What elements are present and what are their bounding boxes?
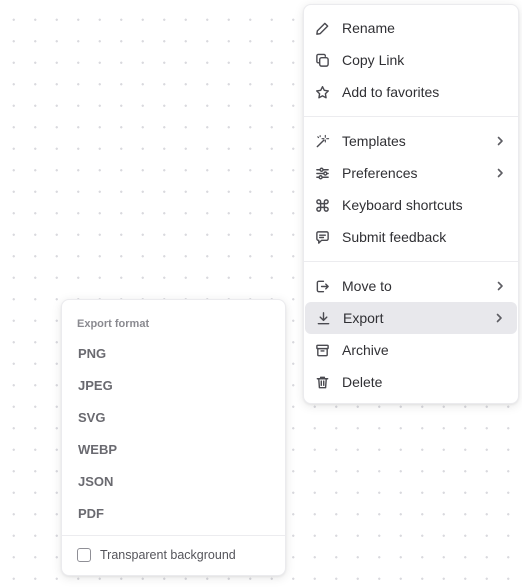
menu-item-move-to[interactable]: Move to [304,270,518,302]
menu-item-label: Copy Link [342,52,405,68]
menu-item-label: Archive [342,342,389,358]
menu-item-delete[interactable]: Delete [304,366,518,398]
menu-item-export[interactable]: Export [305,302,517,334]
menu-item-label: Submit feedback [342,229,447,245]
transparent-background-checkbox[interactable] [77,548,91,562]
archive-box-icon [314,342,330,358]
export-format-json[interactable]: JSON [62,465,285,497]
move-arrow-icon [314,278,330,294]
menu-item-copy-link[interactable]: Copy Link [304,44,518,76]
menu-item-archive[interactable]: Archive [304,334,518,366]
export-format-webp[interactable]: WEBP [62,433,285,465]
menu-item-preferences[interactable]: Preferences [304,157,518,189]
copy-icon [314,52,330,68]
export-format-svg[interactable]: SVG [62,401,285,433]
menu-item-label: Keyboard shortcuts [342,197,463,213]
export-format-png[interactable]: PNG [62,337,285,369]
download-icon [315,310,331,326]
transparent-background-option[interactable]: Transparent background [62,541,285,569]
menu-item-add-to-favorites[interactable]: Add to favorites [304,76,518,108]
magic-wand-icon [314,133,330,149]
menu-item-templates[interactable]: Templates [304,125,518,157]
export-submenu: Export format PNG JPEG SVG WEBP JSON PDF… [61,299,286,576]
pencil-icon [314,20,330,36]
menu-item-label: Rename [342,20,395,36]
speech-bubble-icon [314,229,330,245]
menu-item-label: Export [343,310,384,326]
menu-item-label: Move to [342,278,392,294]
submenu-title: Export format [77,318,150,330]
chevron-right-icon [492,278,508,294]
menu-item-keyboard-shortcuts[interactable]: Keyboard shortcuts [304,189,518,221]
menu-item-label: Delete [342,374,383,390]
star-icon [314,84,330,100]
export-format-pdf[interactable]: PDF [62,497,285,529]
export-format-jpeg[interactable]: JPEG [62,369,285,401]
transparent-background-label: Transparent background [100,548,236,562]
sliders-icon [314,165,330,181]
menu-item-submit-feedback[interactable]: Submit feedback [304,221,518,253]
menu-divider [304,261,518,262]
command-icon [314,197,330,213]
menu-item-rename[interactable]: Rename [304,12,518,44]
menu-item-label: Add to favorites [342,84,440,100]
trash-icon [314,374,330,390]
menu-item-label: Templates [342,133,406,149]
chevron-right-icon [492,133,508,149]
submenu-divider [62,535,285,536]
menu-divider [304,116,518,117]
context-menu: Rename Copy Link Add to favorites Templa… [303,4,519,404]
chevron-right-icon [492,165,508,181]
menu-item-label: Preferences [342,165,418,181]
chevron-right-icon [491,310,507,326]
